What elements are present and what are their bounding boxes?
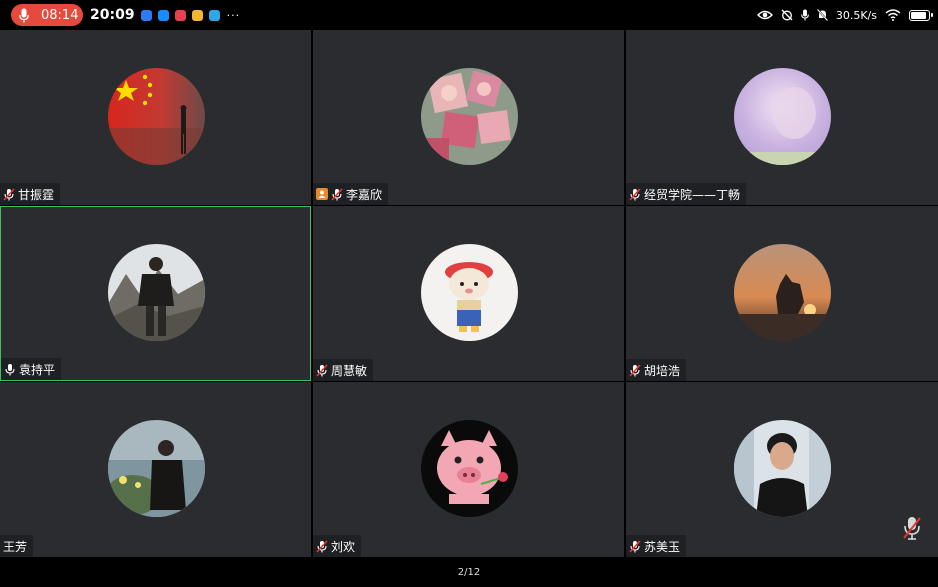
pagination-bar: 2/12 [0, 557, 938, 587]
app-icon [191, 9, 203, 21]
participant-tile[interactable]: 李嘉欣 [313, 30, 624, 205]
mic-muted-icon [331, 187, 343, 201]
avatar [420, 244, 518, 341]
participant-name: 甘振霆 [18, 187, 55, 202]
alarm-off-icon [781, 9, 793, 21]
avatar [734, 420, 831, 517]
recording-time: 08:14 [41, 7, 79, 23]
avatar [107, 68, 205, 165]
participant-tile-active-speaker[interactable]: 袁持平 [0, 206, 311, 381]
app-icon [174, 9, 186, 21]
participant-name-label: 经贸学院——丁畅 [626, 183, 747, 205]
cloud-app-icon [140, 9, 152, 21]
participant-name: 经贸学院——丁畅 [644, 187, 741, 202]
avatar [734, 68, 831, 165]
mic-muted-icon [629, 363, 641, 377]
participant-name-label: 苏美玉 [626, 535, 687, 557]
participant-name-label: 甘振霆 [0, 183, 61, 205]
participant-name-label: 刘欢 [313, 535, 362, 557]
microphone-icon [800, 9, 809, 21]
mic-active-icon [4, 363, 16, 376]
participant-name: 胡培浩 [644, 363, 681, 378]
participant-tile[interactable]: 周慧敏 [313, 206, 624, 381]
participant-tile[interactable]: 胡培浩 [626, 206, 938, 381]
notification-icons [140, 9, 226, 21]
mic-muted-icon [629, 187, 641, 201]
participant-tile[interactable]: 王芳 [0, 382, 311, 557]
participant-name-label: 王芳 [0, 535, 34, 557]
avatar [734, 244, 831, 341]
network-speed: 30.5K/s [835, 8, 877, 22]
status-clock: 20:09 [90, 7, 135, 23]
participant-name: 刘欢 [331, 539, 356, 554]
avatar [420, 68, 518, 165]
participant-tile[interactable]: 经贸学院——丁畅 [626, 30, 938, 205]
mic-muted-icon [3, 187, 15, 201]
mic-muted-icon [316, 363, 328, 377]
participant-name-label: 袁持平 [1, 358, 62, 380]
mic-muted-icon [629, 539, 641, 553]
participant-name-label: 周慧敏 [313, 359, 374, 381]
participant-name: 苏美玉 [644, 539, 681, 554]
screen-share-icon [316, 188, 328, 200]
participant-name: 袁持平 [19, 362, 56, 377]
battery-icon [909, 9, 933, 21]
participant-name: 李嘉欣 [346, 187, 383, 202]
status-bar: 08:14 20:09 ··· 30.5K/s [0, 0, 938, 30]
avatar [107, 420, 205, 517]
participant-grid: 甘振霆 李嘉欣 经贸学院——丁畅 袁持平 周慧敏 胡培浩 王芳 刘欢 苏美玉 [0, 30, 938, 557]
page-indicator[interactable]: 2/12 [458, 567, 480, 578]
avatar [107, 244, 205, 341]
participant-tile[interactable]: 刘欢 [313, 382, 624, 557]
participant-name-label: 胡培浩 [626, 359, 687, 381]
mute-notifications-icon [816, 9, 828, 21]
wifi-icon [885, 9, 901, 21]
participant-name: 周慧敏 [331, 363, 368, 378]
participant-tile[interactable]: 甘振霆 [0, 30, 311, 205]
eye-icon [756, 10, 773, 20]
more-notifications-icon: ··· [226, 8, 241, 22]
recording-indicator[interactable]: 08:14 [11, 4, 83, 26]
avatar [420, 420, 518, 517]
microphone-icon [17, 7, 31, 23]
app-icon [208, 9, 220, 21]
participant-tile[interactable]: 苏美玉 [626, 382, 938, 557]
participant-name-label: 李嘉欣 [313, 183, 389, 205]
mic-muted-icon [316, 539, 328, 553]
mute-microphone-button[interactable] [902, 515, 922, 545]
app-icon [157, 9, 169, 21]
participant-name: 王芳 [3, 539, 28, 554]
